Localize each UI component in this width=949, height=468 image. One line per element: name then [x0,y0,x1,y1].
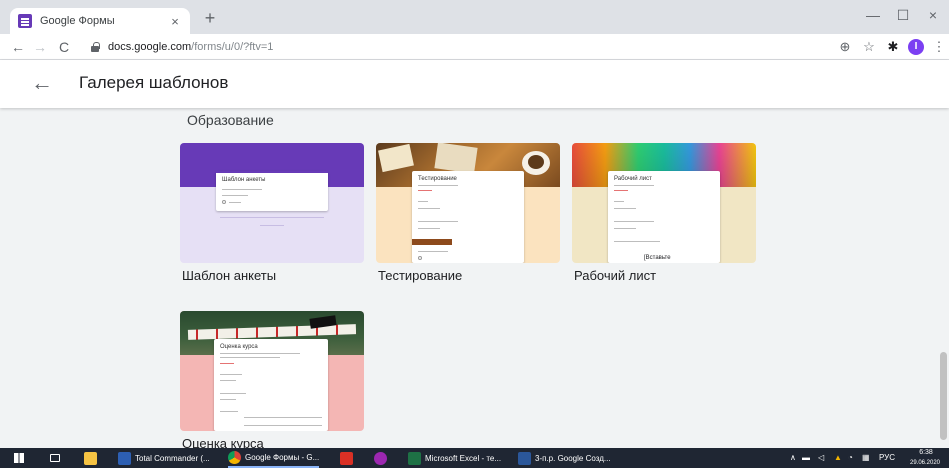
template-name[interactable]: Рабочий лист [574,268,656,283]
chrome-icon [228,450,241,464]
close-window-button[interactable]: × [918,5,948,27]
template-gallery: Образование Шаблон анкеты Шаблон анкеты [0,108,949,448]
network-icon[interactable]: ◔ [848,448,853,468]
screen: Google Формы × + — ☐ × ← → C docs.google… [0,0,949,468]
template-name[interactable]: Тестирование [378,268,462,283]
tab-title: Google Формы [40,15,115,27]
form-preview: Тестирование [412,171,524,263]
yandex-icon [340,451,353,465]
taskbar-item-total-commander[interactable]: Total Commander (... [118,448,210,468]
app-header: ← Галерея шаблонов [0,60,949,108]
battery-icon[interactable]: ▬ [802,448,810,468]
zoom-icon[interactable]: ⊕ [836,38,854,56]
form-preview-title: Тестирование [418,176,457,182]
template-card-worksheet[interactable]: Рабочий лист [Вставьте [572,143,756,263]
profile-avatar[interactable]: I [908,39,924,55]
forward-button[interactable]: → [30,37,50,57]
task-view-icon [50,454,60,462]
reload-button[interactable]: C [54,37,74,57]
back-arrow-icon[interactable]: ← [30,72,54,96]
browser-tab[interactable]: Google Формы × [10,8,190,34]
file-explorer-button[interactable] [84,448,101,468]
form-preview: Шаблон анкеты [216,171,328,211]
template-card-survey[interactable]: Шаблон анкеты [180,143,364,263]
section-title: Образование [187,112,274,128]
taskbar-item-excel[interactable]: Microsoft Excel - те... [408,448,501,468]
warning-icon[interactable]: ▲ [834,448,842,468]
volume-icon[interactable]: ◁ [818,448,824,468]
worksheet-insert-text: [Вставьте [644,255,671,261]
address-bar[interactable]: docs.google.com /forms/u/0/?ftv=1 [90,38,850,56]
template-card-course-evaluation[interactable]: Оценка курса [180,311,364,431]
page-title: Галерея шаблонов [79,73,229,92]
taskbar-item-word[interactable]: 3-п.р. Google Созд... [518,448,611,468]
tray-chevron-icon[interactable]: ∧ [790,448,796,468]
scrollbar-thumb[interactable] [940,352,947,440]
taskbar-item-label: Google Формы - G... [245,452,320,462]
menu-icon[interactable]: ⋮ [930,38,948,56]
minimize-button[interactable]: — [858,5,888,27]
back-button[interactable]: ← [8,37,28,57]
windows-logo-icon [14,453,24,463]
form-preview-title: Оценка курса [220,344,258,350]
taskbar-item-chrome[interactable]: Google Формы - G... [228,448,320,468]
taskbar-item-label: Total Commander (... [135,453,210,463]
extensions-icon[interactable]: ✱ [884,38,902,56]
template-card-quiz[interactable]: Тестирование [376,143,560,263]
form-preview-title: Шаблон анкеты [222,177,266,183]
app-icon [374,451,387,465]
form-preview: Рабочий лист [Вставьте [608,171,720,263]
taskbar-item-yandex[interactable] [340,448,357,468]
form-preview-title: Рабочий лист [614,176,652,182]
url-host: docs.google.com [108,41,192,53]
url-path: /forms/u/0/?ftv=1 [191,41,274,53]
star-icon[interactable]: ☆ [860,38,878,56]
windows-taskbar: Total Commander (... Google Формы - G...… [0,448,949,468]
tab-strip: Google Формы × + — ☐ × [0,0,949,34]
new-tab-button[interactable]: + [198,8,222,30]
task-view-button[interactable] [50,448,60,468]
maximize-button[interactable]: ☐ [888,5,918,27]
total-commander-icon [118,451,131,465]
clock-date[interactable]: 29.06.2020 [904,453,946,468]
taskbar-item-label: Microsoft Excel - те... [425,453,502,463]
language-indicator[interactable]: РУС [879,448,895,468]
taskbar-item-label: 3-п.р. Google Созд... [535,453,611,463]
paper-decoration [434,143,478,174]
keyboard-icon[interactable]: ▦ [862,448,870,468]
browser-toolbar: ← → C docs.google.com /forms/u/0/?ftv=1 … [0,34,949,60]
form-preview: Оценка курса [214,339,328,431]
template-name[interactable]: Шаблон анкеты [182,268,276,283]
lock-icon [90,42,100,52]
folder-icon [84,451,97,465]
template-name[interactable]: Оценка курса [182,436,264,448]
close-tab-icon[interactable]: × [168,14,182,29]
word-icon [518,451,531,465]
start-button[interactable] [14,448,24,468]
excel-icon [408,451,421,465]
scrollbar[interactable] [940,112,947,444]
taskbar-item-app[interactable] [374,448,391,468]
google-forms-icon [18,14,32,28]
